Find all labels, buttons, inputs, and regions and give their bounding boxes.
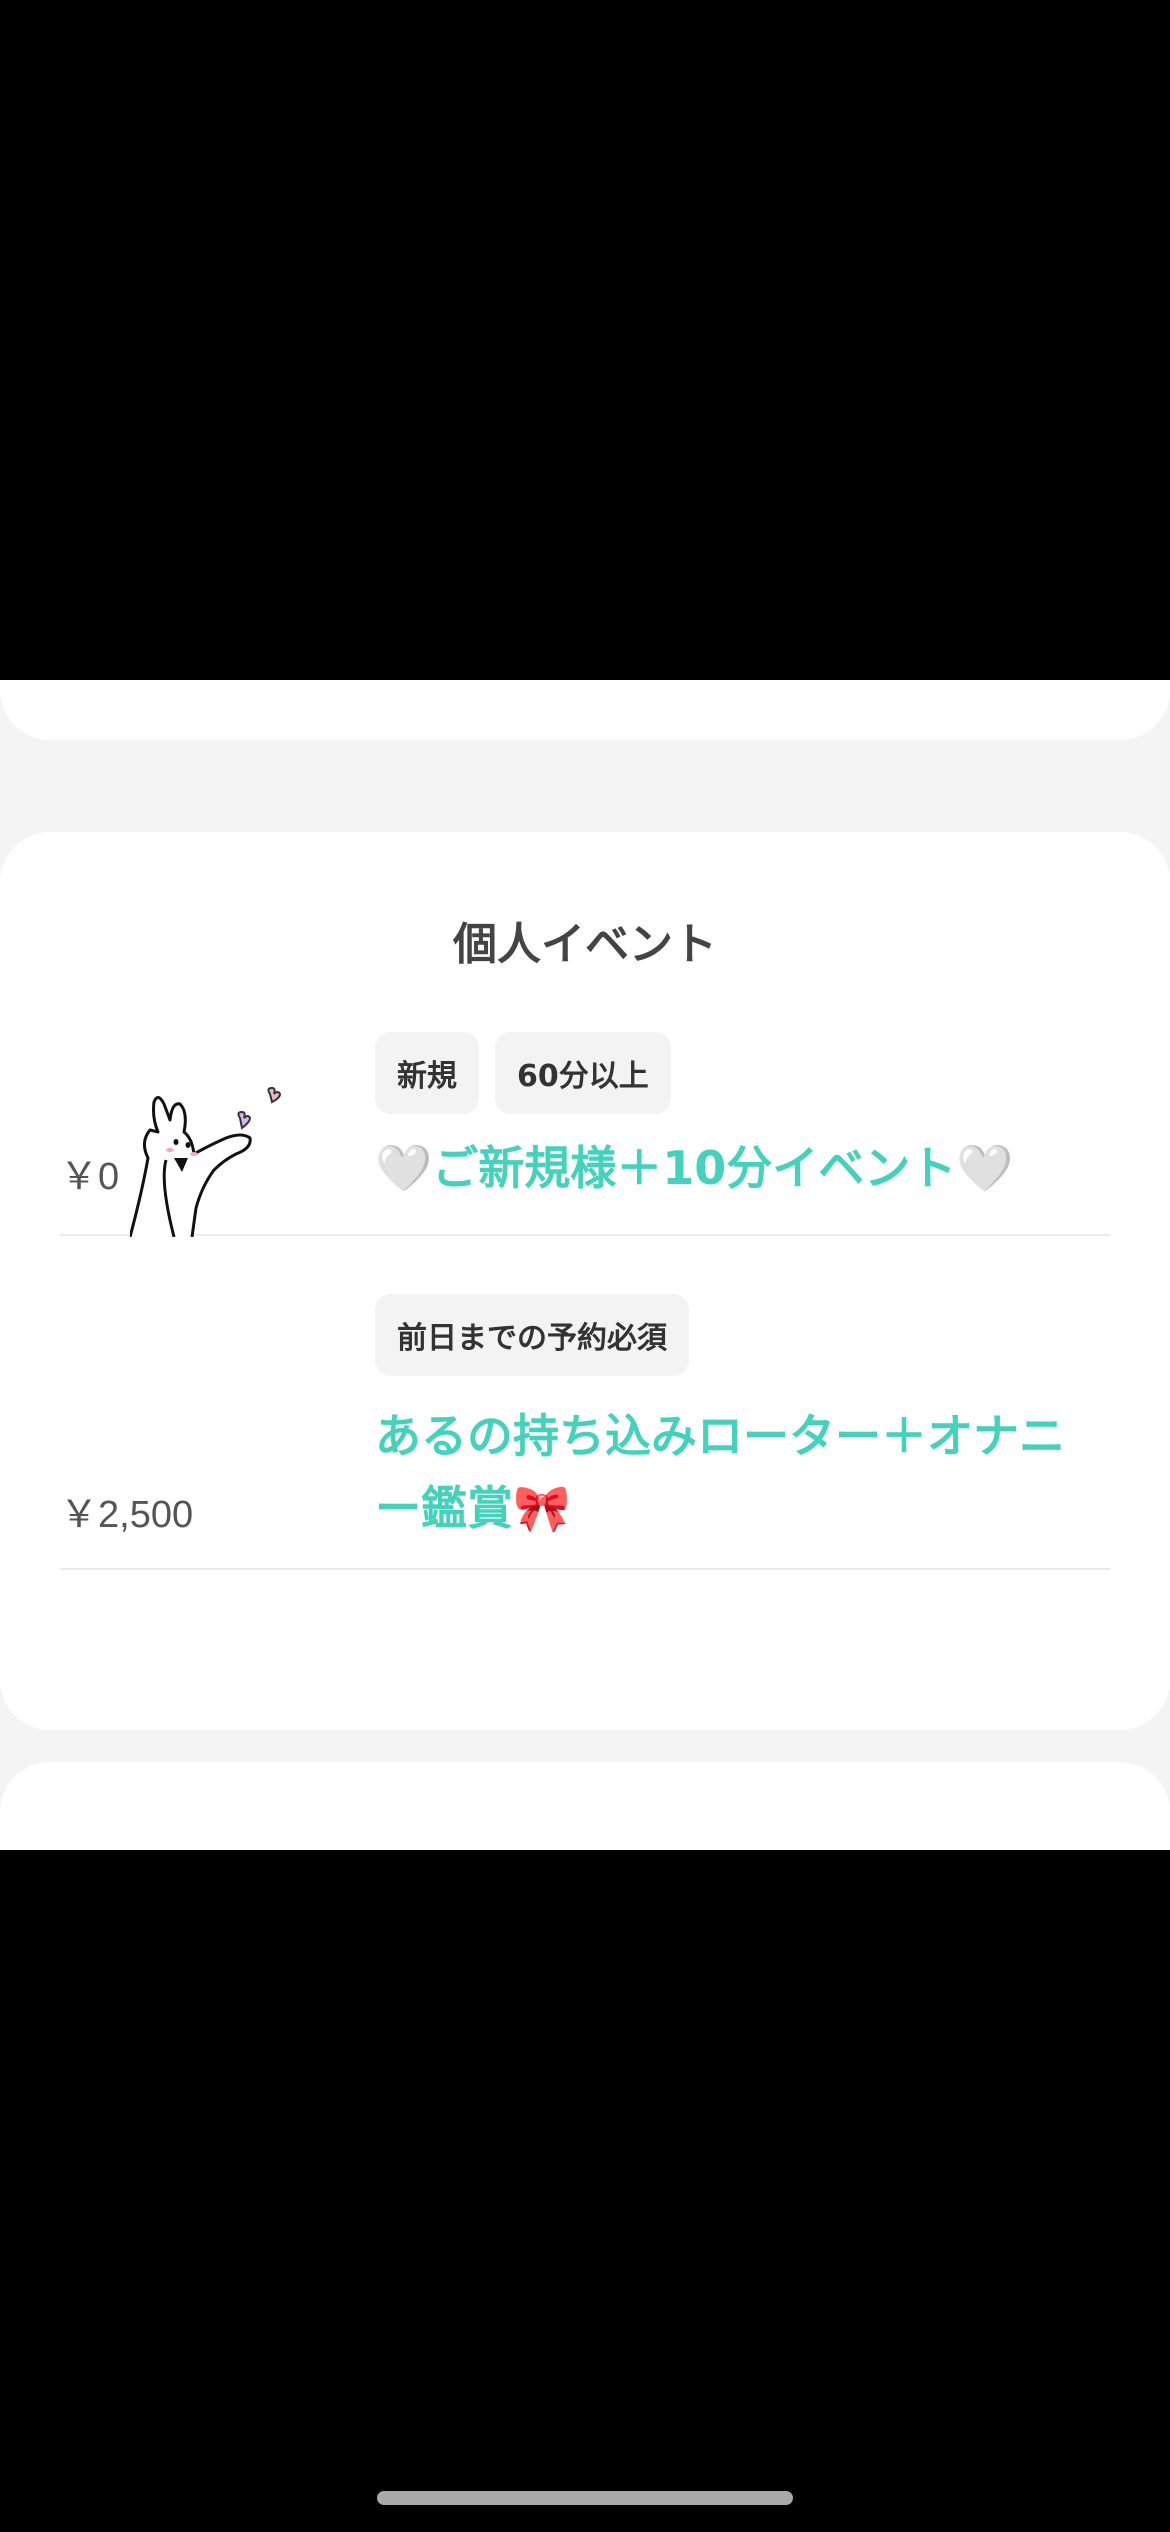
screen: 個人イベント 新規 60分以上 ￥0 🤍ご新規様＋10分イベント🤍 前日までの予… <box>0 0 1170 2532</box>
event-tags: 前日までの予約必須 <box>375 1294 689 1376</box>
bunny-illustration-icon <box>130 1086 282 1237</box>
event-title: あるの持ち込みローター＋オナニー鑑賞🎀 <box>375 1400 1110 1544</box>
personal-events-card: 個人イベント 新規 60分以上 ￥0 🤍ご新規様＋10分イベント🤍 前日までの予… <box>0 832 1170 1730</box>
home-indicator[interactable] <box>377 2491 793 2505</box>
event-price: ￥2,500 <box>60 1494 194 1536</box>
tag-60min: 60分以上 <box>495 1032 671 1114</box>
event-row-toy-viewing[interactable]: 前日までの予約必須 ￥2,500 あるの持ち込みローター＋オナニー鑑賞🎀 <box>60 1294 1110 1570</box>
section-title: 個人イベント <box>453 919 717 970</box>
tag-reservation-required: 前日までの予約必須 <box>375 1294 689 1376</box>
event-title-text: あるの持ち込みローター＋オナニー鑑賞 <box>375 1409 1065 1535</box>
bow-icon: 🎀 <box>513 1481 571 1535</box>
page-content: 個人イベント 新規 60分以上 ￥0 🤍ご新規様＋10分イベント🤍 前日までの予… <box>0 680 1170 1850</box>
previous-card <box>0 680 1170 740</box>
event-price: ￥0 <box>60 1156 120 1198</box>
white-heart-icon: 🤍 <box>956 1141 1014 1195</box>
next-card <box>0 1762 1170 1850</box>
event-title: 🤍ご新規様＋10分イベント🤍 <box>375 1132 1110 1204</box>
event-tags: 新規 60分以上 <box>375 1032 671 1114</box>
event-title-text: ご新規様＋10分イベント <box>432 1141 957 1195</box>
